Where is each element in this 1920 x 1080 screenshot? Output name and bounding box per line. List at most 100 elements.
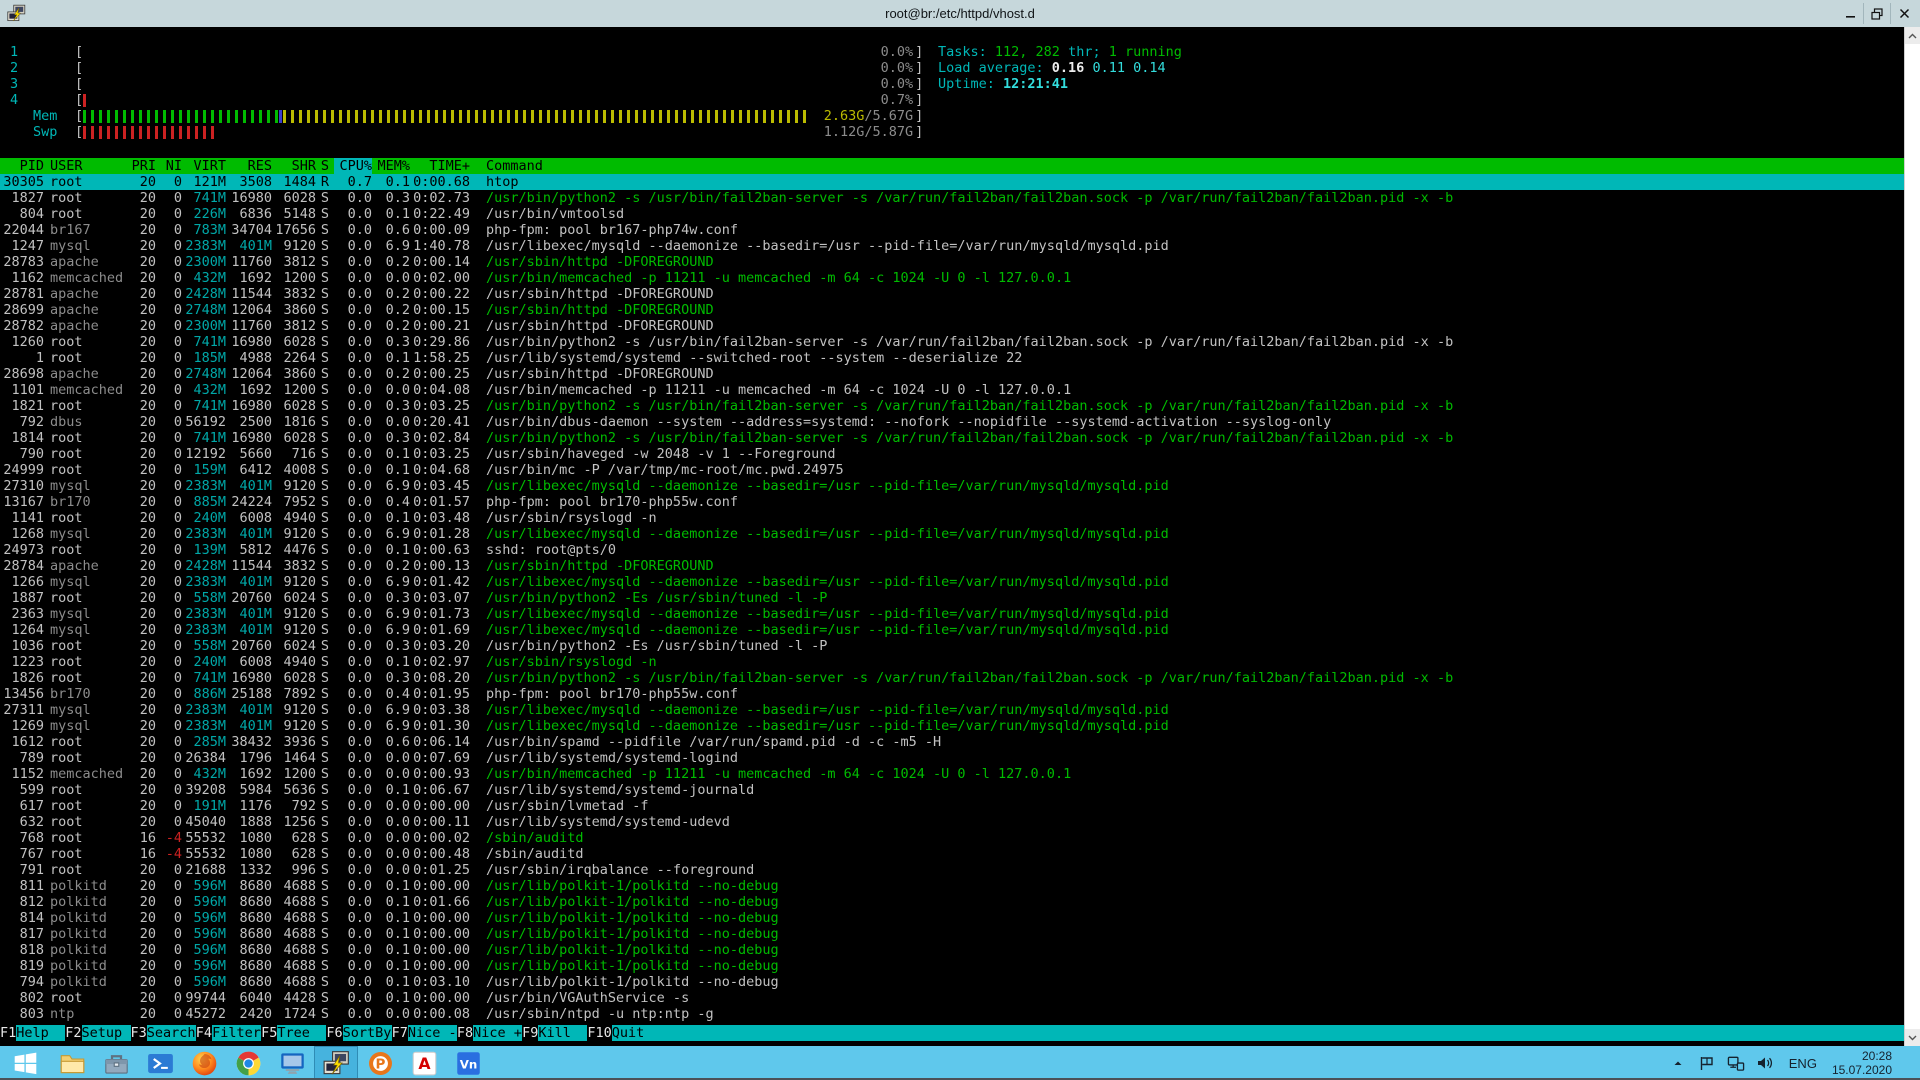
volume-icon[interactable] [1756,1054,1774,1072]
process-row-28781[interactable]: 28781apache2002428M115443832S0.00.20:00.… [0,286,1904,302]
terminal-scrollbar[interactable] [1904,27,1920,1046]
process-row-794[interactable]: 794polkitd200596M86804688S0.00.10:03.10/… [0,974,1904,990]
process-row-1268[interactable]: 1268mysql2002383M401M9120S0.06.90:01.28/… [0,526,1904,542]
process-row-768[interactable]: 768root16-4555321080628S0.00.00:00.02/sb… [0,830,1904,846]
minimize-button[interactable] [1837,3,1863,24]
process-row-1036[interactable]: 1036root200558M207606024S0.00.30:03.20/u… [0,638,1904,654]
fnkey-f6[interactable]: F6 [326,1025,342,1041]
process-row-599[interactable]: 599root2003920859845636S0.00.10:06.67/us… [0,782,1904,798]
process-row-792[interactable]: 792dbus2005619225001816S0.00.00:20.41/us… [0,414,1904,430]
process-row-1814[interactable]: 1814root200741M169806028S0.00.30:02.84/u… [0,430,1904,446]
show-hidden-icons[interactable] [1669,1054,1687,1072]
process-row-1826[interactable]: 1826root200741M169806028S0.00.30:08.20/u… [0,670,1904,686]
taskbar-clock[interactable]: 20:28 15.07.2020 [1832,1049,1898,1077]
process-row-2363[interactable]: 2363mysql2002383M401M9120S0.06.90:01.73/… [0,606,1904,622]
process-row-789[interactable]: 789root2002638417961464S0.00.00:07.69/us… [0,750,1904,766]
fnkey-f7[interactable]: F7 [392,1025,408,1041]
fn-filter-button[interactable]: Filter [212,1025,261,1041]
process-row-1223[interactable]: 1223root200240M60084940S0.00.10:02.97/us… [0,654,1904,670]
fn-sortby-button[interactable]: SortBy [343,1025,392,1041]
taskbar-chrome-icon[interactable] [226,1046,270,1080]
process-row-24973[interactable]: 24973root200139M58124476S0.00.10:00.63ss… [0,542,1904,558]
taskbar-vnc-viewer-icon[interactable]: Vn [446,1046,490,1080]
fn-tree-button[interactable]: Tree [277,1025,326,1041]
start-button[interactable] [0,1046,50,1080]
process-row-27311[interactable]: 27311mysql2002383M401M9120S0.06.90:03.38… [0,702,1904,718]
taskbar-powershell-icon[interactable] [138,1046,182,1080]
column-header-command[interactable]: Command [470,158,1904,174]
process-row-1269[interactable]: 1269mysql2002383M401M9120S0.06.90:01.30/… [0,718,1904,734]
fn-nice-button[interactable]: Nice - [408,1025,457,1041]
process-row-791[interactable]: 791root200216881332996S0.00.00:01.25/usr… [0,862,1904,878]
column-header-s[interactable]: S [316,158,334,174]
process-row-1101[interactable]: 1101memcached200432M16921200S0.00.00:04.… [0,382,1904,398]
column-header-virt[interactable]: VIRT [182,158,226,174]
process-row-22044[interactable]: 22044br167200783M3470417656S0.00.60:00.0… [0,222,1904,238]
process-row-30305[interactable]: 30305root200121M35081484R0.70.10:00.68ht… [0,174,1904,190]
taskbar-putty-icon[interactable] [314,1046,358,1080]
fn-kill-button[interactable]: Kill [538,1025,587,1041]
taskbar-file-explorer-icon[interactable] [50,1046,94,1080]
scroll-down-icon[interactable] [1905,1029,1920,1046]
taskbar-remote-desktop-icon[interactable] [270,1046,314,1080]
process-row-812[interactable]: 812polkitd200596M86804688S0.00.10:01.66/… [0,894,1904,910]
process-row-1264[interactable]: 1264mysql2002383M401M9120S0.06.90:01.69/… [0,622,1904,638]
process-row-28782[interactable]: 28782apache2002300M117603812S0.00.20:00.… [0,318,1904,334]
process-row-818[interactable]: 818polkitd200596M86804688S0.00.10:00.00/… [0,942,1904,958]
taskbar-acrobat-reader-icon[interactable]: A [402,1046,446,1080]
fnkey-f3[interactable]: F3 [131,1025,147,1041]
action-center-flag-icon[interactable] [1698,1054,1716,1072]
process-row-1162[interactable]: 1162memcached200432M16921200S0.00.00:02.… [0,270,1904,286]
process-row-28698[interactable]: 28698apache2002748M120643860S0.00.20:00.… [0,366,1904,382]
scroll-up-icon[interactable] [1905,27,1920,44]
process-row-790[interactable]: 790root200121925660716S0.00.10:03.25/usr… [0,446,1904,462]
process-row-617[interactable]: 617root200191M1176792S0.00.00:00.00/usr/… [0,798,1904,814]
column-header-time[interactable]: TIME+ [410,158,470,174]
language-indicator[interactable]: ENG [1785,1056,1821,1071]
process-row-767[interactable]: 767root16-4555321080628S0.00.00:00.48/sb… [0,846,1904,862]
process-row-814[interactable]: 814polkitd200596M86804688S0.00.10:00.00/… [0,910,1904,926]
fn-quit-button[interactable]: Quit [612,1025,661,1041]
process-row-28783[interactable]: 28783apache2002300M117603812S0.00.20:00.… [0,254,1904,270]
process-row-27310[interactable]: 27310mysql2002383M401M9120S0.06.90:03.45… [0,478,1904,494]
column-header-res[interactable]: RES [226,158,272,174]
restore-button[interactable] [1863,3,1890,24]
process-row-13456[interactable]: 13456br170200886M251887892S0.00.40:01.95… [0,686,1904,702]
process-row-817[interactable]: 817polkitd200596M86804688S0.00.10:00.00/… [0,926,1904,942]
process-row-1821[interactable]: 1821root200741M169806028S0.00.30:03.25/u… [0,398,1904,414]
column-header-shr[interactable]: SHR [272,158,316,174]
process-row-632[interactable]: 632root2004504018881256S0.00.00:00.11/us… [0,814,1904,830]
process-row-1266[interactable]: 1266mysql2002383M401M9120S0.06.90:01.42/… [0,574,1904,590]
process-row-1152[interactable]: 1152memcached200432M16921200S0.00.00:00.… [0,766,1904,782]
network-icon[interactable] [1727,1054,1745,1072]
fnkey-f8[interactable]: F8 [457,1025,473,1041]
process-row-803[interactable]: 803ntp2004527224201724S0.00.00:00.08/usr… [0,1006,1904,1022]
process-row-811[interactable]: 811polkitd200596M86804688S0.00.10:00.00/… [0,878,1904,894]
column-header-user[interactable]: USER [44,158,128,174]
column-header-pid[interactable]: PID [0,158,44,174]
column-header-ni[interactable]: NI [156,158,182,174]
process-row-819[interactable]: 819polkitd200596M86804688S0.00.10:00.00/… [0,958,1904,974]
taskbar-orange-p-app-icon[interactable]: P [358,1046,402,1080]
process-row-1887[interactable]: 1887root200558M207606024S0.00.30:03.07/u… [0,590,1904,606]
fnkey-f1[interactable]: F1 [0,1025,16,1041]
process-row-804[interactable]: 804root200226M68365148S0.00.10:22.49/usr… [0,206,1904,222]
fnkey-f4[interactable]: F4 [196,1025,212,1041]
process-row-24999[interactable]: 24999root200159M64124008S0.00.10:04.68/u… [0,462,1904,478]
process-row-1[interactable]: 1root200185M49882264S0.00.11:58.25/usr/l… [0,350,1904,366]
process-row-1260[interactable]: 1260root200741M169806028S0.00.30:29.86/u… [0,334,1904,350]
taskbar-firefox-icon[interactable] [182,1046,226,1080]
process-row-1141[interactable]: 1141root200240M60084940S0.00.10:03.48/us… [0,510,1904,526]
fnkey-f5[interactable]: F5 [261,1025,277,1041]
column-header-pri[interactable]: PRI [128,158,156,174]
fnkey-f2[interactable]: F2 [65,1025,81,1041]
fn-search-button[interactable]: Search [147,1025,196,1041]
process-row-28784[interactable]: 28784apache2002428M115443832S0.00.20:00.… [0,558,1904,574]
fn-setup-button[interactable]: Setup [82,1025,131,1041]
process-row-13167[interactable]: 13167br170200885M242247952S0.00.40:01.57… [0,494,1904,510]
close-button[interactable] [1890,3,1917,24]
column-header-mem[interactable]: MEM% [372,158,410,174]
process-row-1612[interactable]: 1612root200285M384323936S0.00.60:06.14/u… [0,734,1904,750]
process-row-28699[interactable]: 28699apache2002748M120643860S0.00.20:00.… [0,302,1904,318]
process-row-1247[interactable]: 1247mysql2002383M401M9120S0.06.91:40.78/… [0,238,1904,254]
